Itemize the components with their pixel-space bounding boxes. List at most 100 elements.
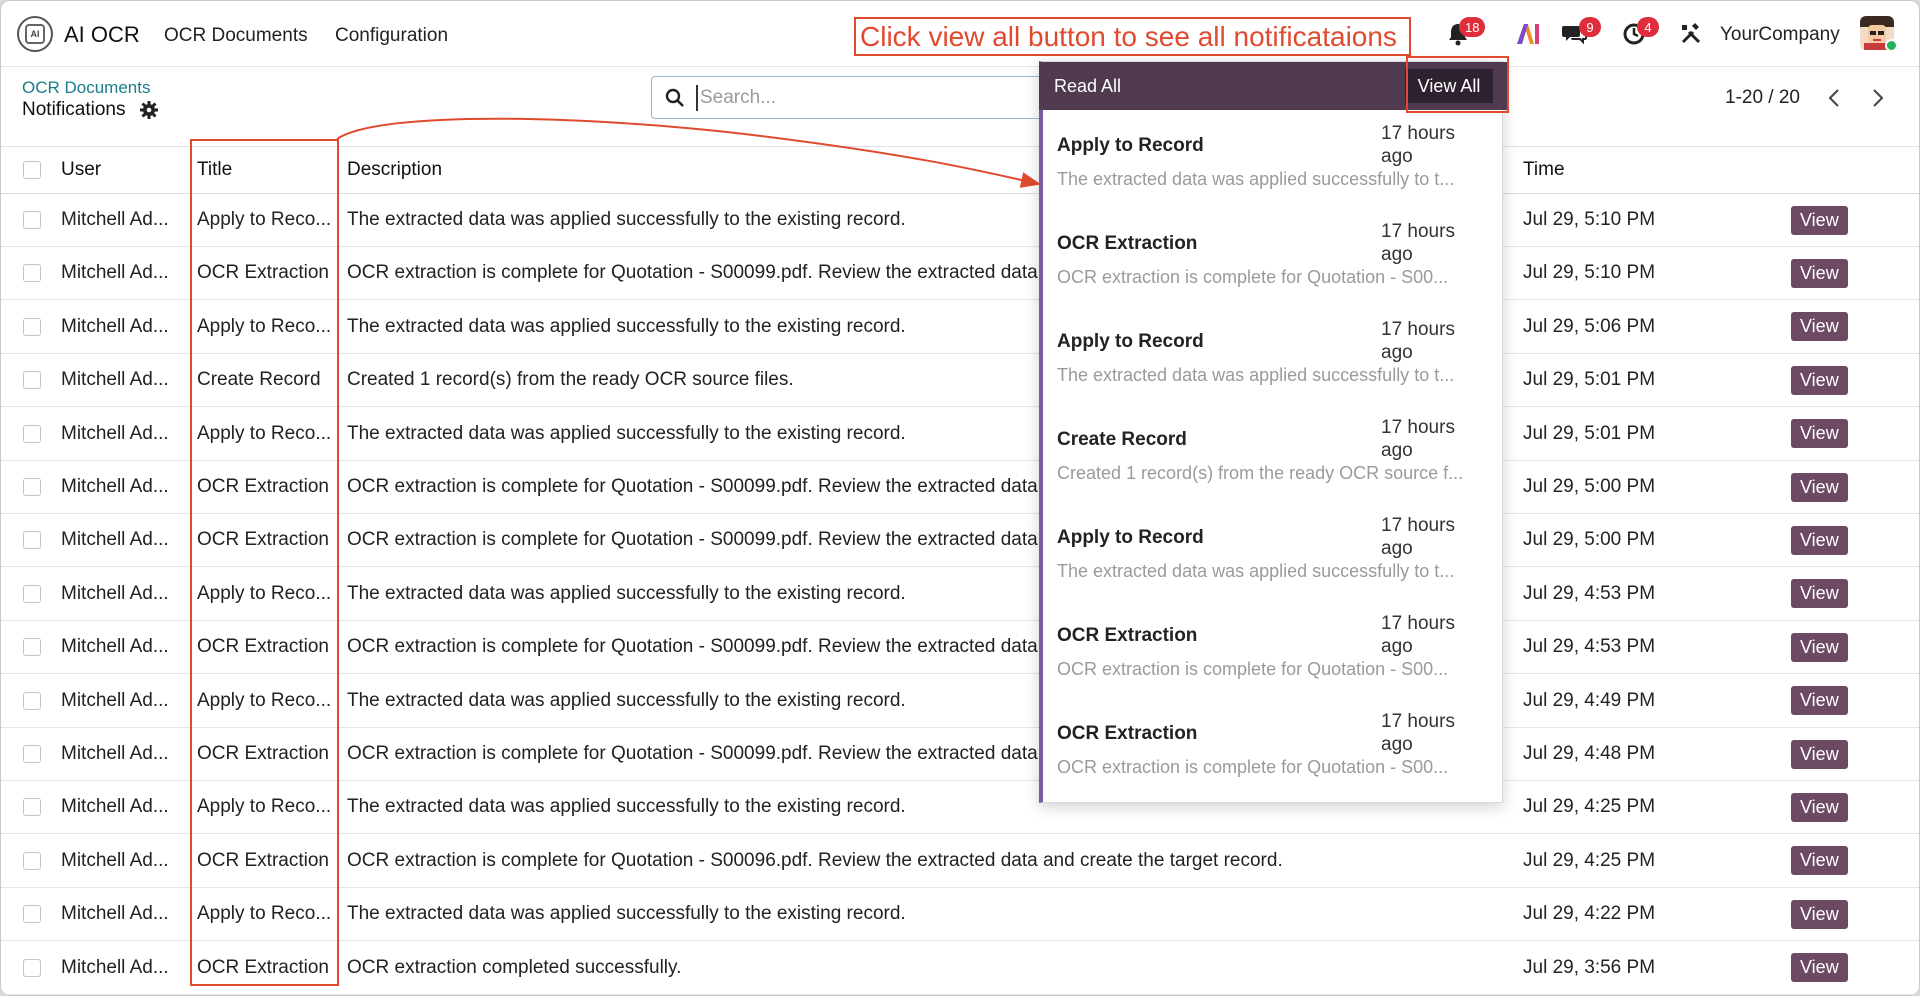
annotation-callout: Click view all button to see all notific… [854,17,1411,56]
view-button[interactable]: View [1791,899,1848,929]
notification-item[interactable]: Create Record 17 hours ago Created 1 recor… [1043,404,1503,502]
cell-user: Mitchell Ad... [61,422,169,444]
view-button[interactable]: View [1791,525,1848,555]
cell-time: Jul 29, 3:56 PM [1523,956,1656,978]
view-button[interactable]: View [1791,953,1848,983]
notification-item[interactable]: OCR Extraction 17 hours ago OCR extraction… [1043,208,1503,306]
table-row[interactable]: Mitchell Ad... OCR Extraction OCR extracti… [1,834,1919,888]
row-checkbox[interactable] [23,478,41,496]
view-cell: View [1791,461,1853,513]
table-row[interactable]: Mitchell Ad... Apply to Reco... The extrac… [1,888,1919,942]
menu-configuration[interactable]: Configuration [335,25,448,47]
ai-icon[interactable] [1515,21,1541,47]
app-logo-icon[interactable]: AI [17,16,53,52]
view-cell: View [1791,514,1853,566]
row-checkbox[interactable] [23,958,41,977]
table-row[interactable]: Mitchell Ad... OCR Extraction OCR extracti… [1,461,1919,514]
table-row[interactable]: Mitchell Ad... Apply to Reco... The extrac… [1,194,1919,247]
row-checkbox[interactable] [23,851,41,870]
read-all-button[interactable]: Read All [1054,76,1121,97]
view-button[interactable]: View [1791,739,1848,769]
view-button[interactable]: View [1791,846,1848,876]
notification-item[interactable]: OCR Extraction 17 hours ago OCR extraction… [1043,698,1503,796]
chevron-left-icon[interactable] [1823,86,1847,110]
view-button[interactable]: View [1791,472,1848,502]
app-name[interactable]: AI OCR [64,22,140,48]
table-row[interactable]: Mitchell Ad... OCR Extraction OCR extracti… [1,247,1919,301]
table-row[interactable]: Mitchell Ad... Apply to Reco... The extrac… [1,300,1919,354]
table-row[interactable]: Mitchell Ad... OCR Extraction OCR extracti… [1,728,1919,781]
row-checkbox[interactable] [23,745,41,763]
cell-user: Mitchell Ad... [61,262,169,284]
menu-ocr-documents[interactable]: OCR Documents [164,25,308,47]
table-row[interactable]: Mitchell Ad... OCR Extraction OCR extracti… [1,621,1919,675]
row-checkbox[interactable] [23,638,41,657]
notification-time: 17 hours ago [1381,123,1455,167]
row-checkbox[interactable] [23,798,41,817]
view-button[interactable]: View [1791,579,1848,609]
view-button[interactable]: View [1791,632,1848,662]
cell-title: OCR Extraction [197,849,329,871]
cell-user: Mitchell Ad... [61,689,169,711]
table-row[interactable]: Mitchell Ad... Apply to Reco... The extrac… [1,567,1919,621]
breadcrumb-ocr-documents[interactable]: OCR Documents [22,78,150,98]
notification-title: OCR Extraction [1057,723,1198,744]
search-input[interactable] [696,85,1036,111]
row-select-cell [22,354,42,406]
row-checkbox[interactable] [23,691,41,710]
notification-item[interactable]: OCR Extraction 17 hours ago OCR extraction… [1043,600,1503,698]
view-button[interactable]: View [1791,419,1848,449]
select-all-checkbox[interactable] [23,161,41,179]
row-select-cell [22,888,42,940]
view-cell: View [1791,301,1853,353]
view-button[interactable]: View [1791,792,1848,822]
tools-icon[interactable] [1678,21,1704,47]
row-checkbox[interactable] [23,584,41,603]
cell-time: Jul 29, 4:53 PM [1523,636,1656,658]
cell-description: OCR extraction is complete for Quotation… [347,849,1283,871]
cell-title: Apply to Reco... [197,582,332,604]
cell-time: Jul 29, 4:49 PM [1523,689,1656,711]
view-cell: View [1791,888,1853,940]
notification-time: 17 hours ago [1381,221,1455,265]
row-checkbox[interactable] [23,371,41,390]
select-all-cell [22,147,42,193]
table-row[interactable]: Mitchell Ad... Apply to Reco... The extrac… [1,407,1919,461]
header-time[interactable]: Time [1523,147,1723,193]
cell-time: Jul 29, 5:10 PM [1523,209,1656,230]
view-button[interactable]: View [1791,312,1848,342]
row-checkbox[interactable] [23,424,41,443]
row-select-cell [22,247,42,299]
view-button[interactable]: View [1791,686,1848,716]
company-switcher[interactable]: YourCompany [1720,24,1840,46]
table-row[interactable]: Mitchell Ad... Create Record Created 1 rec… [1,354,1919,408]
notification-description: OCR extraction is complete for Quotation… [1057,267,1449,287]
notification-description: The extracted data was applied successfu… [1057,561,1455,581]
view-button[interactable]: View [1791,258,1848,288]
header-title[interactable]: Title [197,147,333,193]
cell-time: Jul 29, 5:01 PM [1523,422,1656,444]
row-checkbox[interactable] [23,211,41,229]
row-checkbox[interactable] [23,264,41,283]
notification-item[interactable]: Apply to Record 17 hours ago The extracted… [1043,502,1503,600]
online-status-icon [1885,39,1898,52]
cell-user: Mitchell Ad... [61,369,169,391]
row-checkbox[interactable] [23,905,41,924]
row-checkbox[interactable] [23,317,41,336]
notification-item[interactable]: Apply to Record 17 hours ago The extracted… [1043,306,1503,404]
pager-value[interactable]: 1-20 / 20 [1725,87,1800,109]
table-row[interactable]: Mitchell Ad... OCR Extraction OCR extracti… [1,941,1919,995]
table-row[interactable]: Mitchell Ad... Apply to Reco... The extrac… [1,781,1919,835]
view-cell: View [1791,621,1853,673]
view-button[interactable]: View [1791,365,1848,395]
view-all-button[interactable]: View All [1405,69,1493,103]
row-checkbox[interactable] [23,531,41,550]
table-row[interactable]: Mitchell Ad... Apply to Reco... The extrac… [1,674,1919,728]
gear-icon[interactable] [140,101,158,124]
cell-description: OCR extraction completed successfully. [347,956,682,978]
notification-item[interactable]: Apply to Record 17 hours ago The extracted… [1043,110,1503,208]
header-user[interactable]: User [61,147,191,193]
chevron-right-icon[interactable] [1865,86,1889,110]
view-button[interactable]: View [1791,205,1848,235]
table-row[interactable]: Mitchell Ad... OCR Extraction OCR extracti… [1,514,1919,568]
